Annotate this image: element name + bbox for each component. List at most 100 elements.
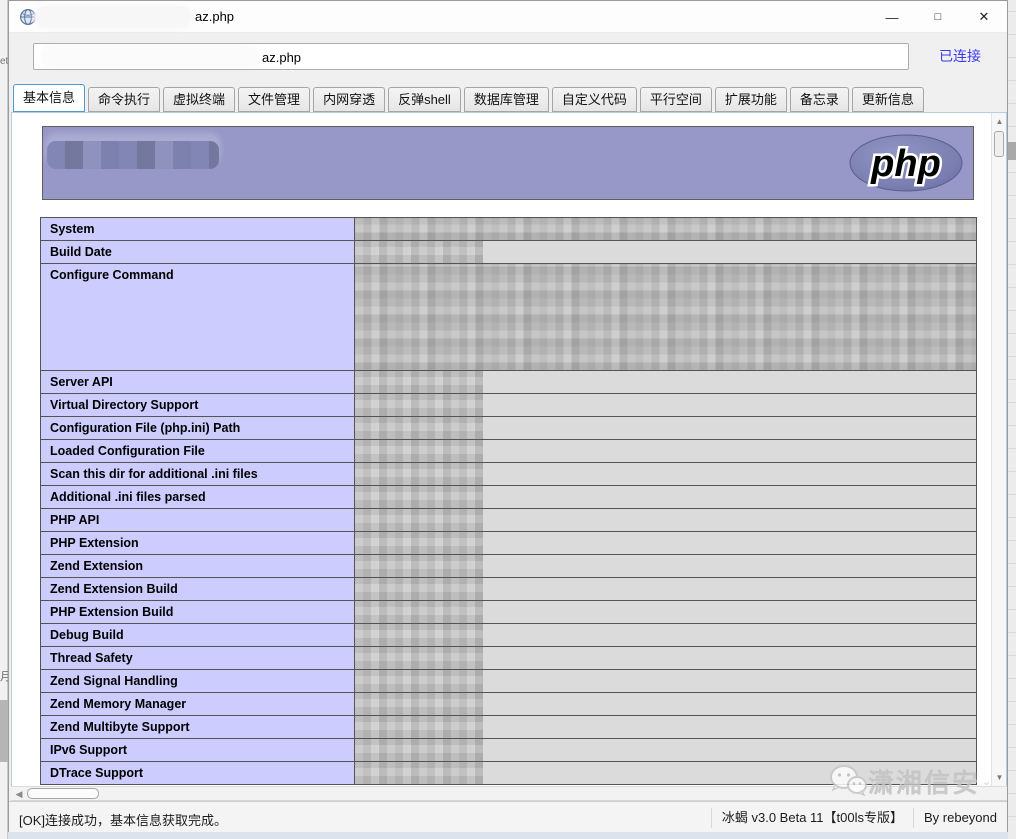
row-value-censored [355,241,977,264]
row-value-censored [355,624,977,647]
table-row: PHP API [41,509,977,532]
row-value-censored [355,555,977,578]
row-label: Virtual Directory Support [41,394,355,417]
table-row: Additional .ini files parsed [41,486,977,509]
table-row: Server API [41,371,977,394]
row-label: DTrace Support [41,762,355,785]
basic-info-panel: php SystemBuild DateConfigure CommandSer… [11,112,1007,786]
table-row: Virtual Directory Support [41,394,977,417]
table-row: DTrace Support [41,762,977,785]
table-row: Zend Memory Manager [41,693,977,716]
row-value-censored [355,762,977,785]
row-value-censored [355,670,977,693]
row-label: Additional .ini files parsed [41,486,355,509]
background-window-right [1008,0,1016,839]
row-label: PHP Extension Build [41,601,355,624]
background-window-left: et 月 [0,0,8,839]
row-label: Debug Build [41,624,355,647]
row-label: Server API [41,371,355,394]
row-label: Zend Multibyte Support [41,716,355,739]
table-row: PHP Extension Build [41,601,977,624]
row-value-censored [355,532,977,555]
row-label: Loaded Configuration File [41,440,355,463]
table-row: System [41,218,977,241]
row-value-censored [355,486,977,509]
row-value-censored [355,509,977,532]
censored-php-version-blur [47,141,219,169]
status-bar: [OK]连接成功，基本信息获取完成。 冰蝎 v3.0 Beta 11【t00ls… [9,801,1007,832]
tab-8[interactable]: 平行空间 [640,87,712,112]
table-row: Configuration File (php.ini) Path [41,417,977,440]
tab-9[interactable]: 扩展功能 [715,87,787,112]
close-button[interactable]: ✕ [961,1,1007,33]
table-row: Debug Build [41,624,977,647]
app-version-label: 冰蝎 v3.0 Beta 11【t00ls专版】 [711,808,913,828]
table-row: Build Date [41,241,977,264]
tab-7[interactable]: 自定义代码 [552,87,637,112]
row-value-censored [355,371,977,394]
table-row: Configure Command [41,264,977,371]
row-label: System [41,218,355,241]
censored-title-blur [35,6,191,28]
vertical-scroll-thumb[interactable] [994,131,1004,157]
row-value-censored [355,647,977,670]
author-label: By rebeyond [913,808,1007,828]
row-label: Configure Command [41,264,355,371]
row-value-censored [355,716,977,739]
table-row: IPv6 Support [41,739,977,762]
window-title: az.php [195,9,234,24]
connected-status-label[interactable]: 已连接 [939,46,981,66]
tab-5[interactable]: 反弹shell [388,87,461,112]
row-value-censored [355,264,977,371]
row-label: Zend Extension Build [41,578,355,601]
connection-toolbar: az.php 已连接 [9,33,1007,81]
row-label: Zend Memory Manager [41,693,355,716]
row-label: PHP API [41,509,355,532]
url-input[interactable]: az.php [33,43,909,70]
row-value-censored [355,440,977,463]
row-label: Thread Safety [41,647,355,670]
background-block [0,700,8,762]
scroll-down-arrow[interactable]: ▼ [992,771,1007,785]
status-right: 冰蝎 v3.0 Beta 11【t00ls专版】 By rebeyond [711,802,1007,833]
row-value-censored [355,578,977,601]
row-label: IPv6 Support [41,739,355,762]
maximize-button[interactable]: □ [915,1,961,33]
tab-2[interactable]: 虚拟终端 [163,87,235,112]
row-value-censored [355,417,977,440]
horizontal-scrollbar[interactable]: ◀ [11,786,1007,801]
table-row: Scan this dir for additional .ini files [41,463,977,486]
tab-10[interactable]: 备忘录 [790,87,849,112]
censored-url-blur [42,46,258,68]
table-row: Zend Multibyte Support [41,716,977,739]
table-row: Zend Extension [41,555,977,578]
table-row: PHP Extension [41,532,977,555]
row-value-censored [355,463,977,486]
row-value-censored [355,601,977,624]
window-controls: — □ ✕ [869,1,1007,33]
tab-6[interactable]: 数据库管理 [464,87,549,112]
horizontal-scroll-thumb[interactable] [27,788,99,799]
phpinfo-header: php [42,126,974,200]
table-row: Thread Safety [41,647,977,670]
row-value-censored [355,693,977,716]
scroll-left-arrow[interactable]: ◀ [13,787,25,801]
row-label: Configuration File (php.ini) Path [41,417,355,440]
php-logo: php [847,132,965,194]
svg-text:php: php [870,143,941,185]
tab-11[interactable]: 更新信息 [852,87,924,112]
background-block [1008,142,1016,160]
status-message: [OK]连接成功，基本信息获取完成。 [19,810,227,829]
row-value-censored [355,739,977,762]
minimize-button[interactable]: — [869,1,915,33]
scroll-up-arrow[interactable]: ▲ [992,115,1007,129]
title-bar[interactable]: az.php — □ ✕ [9,1,1007,33]
tab-0[interactable]: 基本信息 [13,84,85,112]
vertical-scrollbar[interactable]: ▲ ▼ [991,113,1006,786]
tab-4[interactable]: 内网穿透 [313,87,385,112]
row-label: Zend Extension [41,555,355,578]
row-value-censored [355,394,977,417]
tab-3[interactable]: 文件管理 [238,87,310,112]
table-row: Loaded Configuration File [41,440,977,463]
tab-1[interactable]: 命令执行 [88,87,160,112]
